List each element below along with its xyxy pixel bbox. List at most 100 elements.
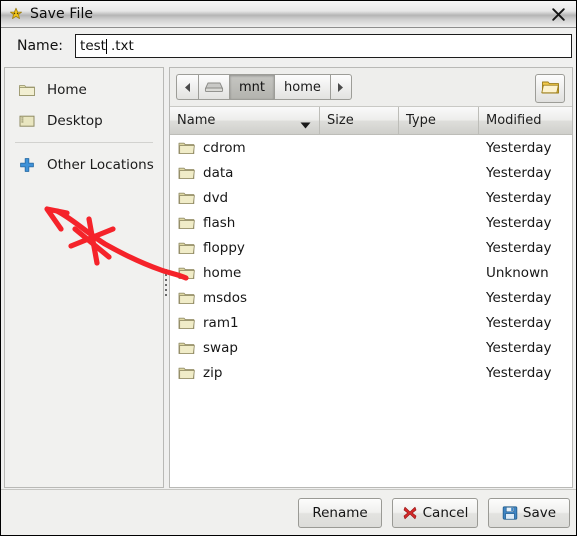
table-row[interactable]: ram1 Yesterday — [170, 310, 572, 335]
folder-icon — [178, 166, 195, 180]
filename-suffix: .txt — [110, 38, 134, 54]
close-icon[interactable] — [540, 1, 576, 27]
folder-icon — [178, 191, 195, 205]
red-x-icon — [402, 505, 418, 521]
file-modified-cell: Yesterday — [486, 289, 552, 306]
column-header-modified[interactable]: Modified — [479, 107, 572, 134]
name-label: Name: — [17, 38, 64, 54]
action-bar: Rename Cancel Save — [1, 489, 576, 535]
file-modified-cell: Yesterday — [486, 239, 552, 256]
column-header-label: Modified — [486, 113, 542, 128]
file-modified-cell: Yesterday — [486, 164, 552, 181]
file-name-cell: dvd — [170, 190, 320, 206]
file-name-cell: zip — [170, 365, 320, 381]
file-browser-pane: mnt home Name Size Type Modified cdrom Y… — [169, 67, 573, 488]
folder-icon — [178, 291, 195, 305]
breadcrumb-mnt[interactable]: mnt — [229, 74, 274, 100]
table-row[interactable]: data Yesterday — [170, 160, 572, 185]
path-bar: mnt home — [170, 68, 572, 107]
table-row[interactable]: zip Yesterday — [170, 360, 572, 385]
file-name-cell: msdos — [170, 290, 320, 306]
table-row[interactable]: swap Yesterday — [170, 335, 572, 360]
table-row[interactable]: dvd Yesterday — [170, 185, 572, 210]
sidebar-item-desktop[interactable]: Desktop — [5, 105, 163, 136]
file-name-cell: flash — [170, 215, 320, 231]
folder-icon — [178, 241, 195, 255]
sidebar-item-other-locations[interactable]: Other Locations — [5, 149, 163, 180]
path-forward-button[interactable] — [329, 74, 352, 100]
breadcrumb-home[interactable]: home — [274, 74, 330, 100]
column-headers: Name Size Type Modified — [170, 107, 572, 135]
cancel-button-label: Cancel — [422, 505, 469, 521]
splitter-grip — [165, 269, 167, 299]
window-title: Save File — [30, 6, 94, 22]
folder-icon — [18, 81, 36, 99]
rename-button[interactable]: Rename — [298, 498, 382, 528]
rename-button-label: Rename — [312, 505, 368, 521]
places-sidebar: Home Desktop Other Locations — [4, 67, 164, 488]
table-row[interactable]: home Unknown — [170, 260, 572, 285]
save-button-label: Save — [522, 505, 557, 521]
folder-icon — [178, 141, 195, 155]
sidebar-item-label: Desktop — [47, 112, 103, 129]
file-list: cdrom Yesterday data Yesterday dvd Yesterday f… — [170, 135, 572, 385]
file-modified-cell: Yesterday — [486, 189, 552, 206]
column-header-type[interactable]: Type — [399, 107, 479, 134]
file-name-cell: cdrom — [170, 140, 320, 156]
sort-desc-icon — [300, 118, 311, 133]
file-name-cell: home — [170, 265, 320, 281]
sidebar-divider — [15, 142, 153, 143]
file-name-label: flash — [203, 214, 236, 231]
file-name-label: ram1 — [203, 314, 239, 331]
folder-icon — [178, 366, 195, 380]
desktop-icon — [18, 112, 36, 130]
floppy-disk-icon — [502, 505, 518, 521]
folder-icon — [178, 341, 195, 355]
file-name-label: dvd — [203, 189, 229, 206]
text-caret — [105, 38, 107, 54]
title-bar: Save File — [1, 1, 576, 28]
file-name-label: zip — [203, 364, 223, 381]
file-name-label: data — [203, 164, 234, 181]
file-name-label: swap — [203, 339, 238, 356]
folder-icon — [178, 316, 195, 330]
breadcrumb: mnt home — [176, 74, 352, 100]
table-row[interactable]: msdos Yesterday — [170, 285, 572, 310]
file-name-label: home — [203, 264, 242, 281]
sidebar-item-home[interactable]: Home — [5, 74, 163, 105]
name-row: Name: test .txt — [1, 28, 576, 64]
cancel-button[interactable]: Cancel — [392, 498, 478, 528]
table-row[interactable]: floppy Yesterday — [170, 235, 572, 260]
file-name-cell: swap — [170, 340, 320, 356]
file-modified-cell: Yesterday — [486, 314, 552, 331]
new-folder-button[interactable] — [535, 74, 565, 103]
column-header-name[interactable]: Name — [170, 107, 320, 134]
path-back-button[interactable] — [176, 74, 198, 100]
save-button[interactable]: Save — [488, 498, 570, 528]
table-row[interactable]: cdrom Yesterday — [170, 135, 572, 160]
drive-icon[interactable] — [198, 74, 229, 100]
file-name-label: cdrom — [203, 139, 246, 156]
folder-icon — [178, 266, 195, 280]
sidebar-item-label: Other Locations — [47, 156, 154, 173]
save-file-dialog: Save File Name: test .txt Home Desktop O… — [0, 0, 577, 536]
filename-input[interactable]: test .txt — [75, 34, 573, 58]
column-header-size[interactable]: Size — [320, 107, 399, 134]
file-modified-cell: Unknown — [486, 264, 549, 281]
dialog-body: Home Desktop Other Locations mnt home Na… — [1, 64, 576, 489]
sidebar-item-label: Home — [47, 81, 87, 98]
filename-prefix: test — [80, 38, 106, 54]
plus-icon — [18, 156, 36, 174]
column-header-label: Name — [177, 113, 216, 128]
file-name-cell: floppy — [170, 240, 320, 256]
file-name-label: msdos — [203, 289, 248, 306]
file-name-cell: ram1 — [170, 315, 320, 331]
column-header-label: Size — [327, 113, 354, 128]
folder-icon — [178, 216, 195, 230]
file-modified-cell: Yesterday — [486, 214, 552, 231]
file-name-cell: data — [170, 165, 320, 181]
new-folder-icon — [540, 78, 560, 99]
app-star-icon — [8, 6, 24, 22]
column-header-label: Type — [406, 113, 436, 128]
table-row[interactable]: flash Yesterday — [170, 210, 572, 235]
